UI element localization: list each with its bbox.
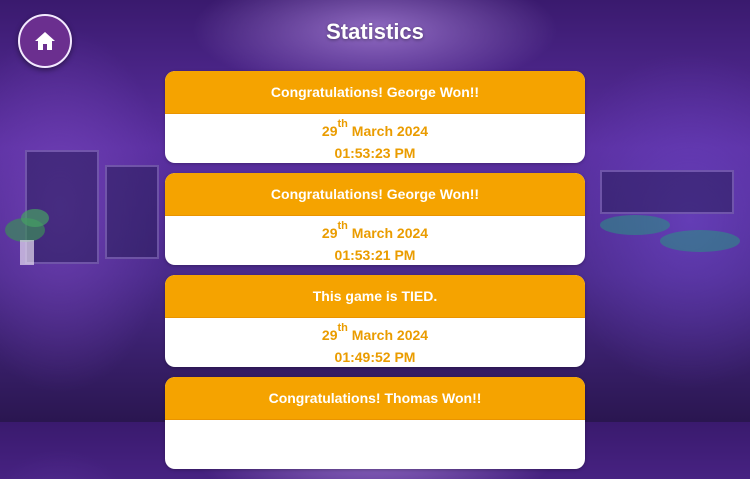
date-month-year: March 2024	[351, 327, 429, 343]
result-date: 29th March 2024	[165, 318, 585, 344]
date-day: 29	[321, 327, 338, 343]
date-suffix: th	[337, 118, 348, 130]
result-date: 29th March 2024	[165, 114, 585, 140]
result-details: 29th March 2024 01:53:21 PM	[165, 216, 585, 265]
game-result-card: This game is TIED. 29th March 2024 01:49…	[165, 275, 585, 367]
result-details	[165, 420, 585, 469]
date-day: 29	[321, 225, 338, 241]
date-suffix: th	[337, 322, 348, 334]
game-result-card: Congratulations! George Won!! 29th March…	[165, 173, 585, 265]
date-month-year: March 2024	[351, 123, 429, 139]
date-day: 29	[321, 123, 338, 139]
result-date	[165, 420, 585, 428]
statistics-list[interactable]: Congratulations! George Won!! 29th March…	[165, 71, 585, 479]
result-text: Congratulations! George Won!!	[165, 173, 585, 216]
result-time: 01:49:52 PM	[334, 349, 416, 365]
date-suffix: th	[337, 220, 348, 232]
game-result-card: Congratulations! Thomas Won!!	[165, 377, 585, 469]
page-title: Statistics	[326, 19, 424, 44]
result-text: Congratulations! Thomas Won!!	[165, 377, 585, 420]
date-month-year: March 2024	[351, 225, 429, 241]
result-date: 29th March 2024	[165, 216, 585, 242]
result-text: This game is TIED.	[165, 275, 585, 318]
result-time: 01:53:21 PM	[334, 247, 416, 263]
result-time: 01:53:23 PM	[334, 145, 416, 161]
result-text: Congratulations! George Won!!	[165, 71, 585, 114]
game-result-card: Congratulations! George Won!! 29th March…	[165, 71, 585, 163]
result-details: 29th March 2024 01:49:52 PM	[165, 318, 585, 367]
result-details: 29th March 2024 01:53:23 PM	[165, 114, 585, 163]
